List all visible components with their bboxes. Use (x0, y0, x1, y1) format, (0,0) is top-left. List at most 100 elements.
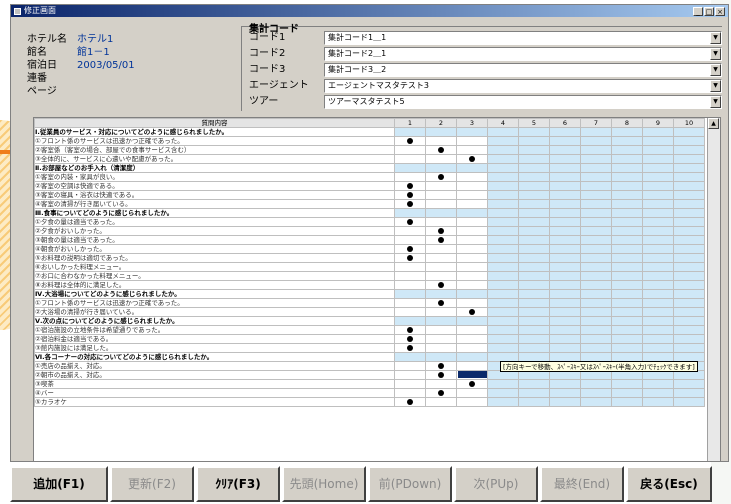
answer-cell[interactable] (549, 199, 581, 209)
answer-cell[interactable] (549, 379, 581, 389)
answer-cell[interactable] (518, 154, 550, 164)
answer-cell[interactable] (673, 280, 705, 290)
answer-cell[interactable] (487, 226, 519, 236)
answer-cell[interactable] (611, 154, 643, 164)
answer-cell[interactable] (611, 388, 643, 398)
answer-cell[interactable] (673, 172, 705, 182)
answer-cell[interactable] (425, 181, 457, 191)
answer-cell[interactable] (549, 271, 581, 281)
answer-cell[interactable] (673, 298, 705, 308)
answer-cell[interactable] (549, 280, 581, 290)
answer-cell[interactable] (456, 235, 488, 245)
answer-cell[interactable] (611, 280, 643, 290)
answer-cell[interactable] (487, 397, 519, 407)
dropdown-arrow-icon[interactable]: ▼ (710, 47, 721, 60)
answer-cell[interactable] (518, 181, 550, 191)
answer-cell[interactable] (425, 226, 457, 236)
answer-cell[interactable] (425, 298, 457, 308)
answer-cell[interactable] (580, 244, 612, 254)
answer-cell[interactable] (456, 199, 488, 209)
code-select[interactable]: 集計コード3＿2 ▼ (324, 62, 722, 77)
answer-cell[interactable] (425, 244, 457, 254)
answer-cell[interactable] (518, 199, 550, 209)
answer-cell[interactable] (673, 397, 705, 407)
answer-cell[interactable] (549, 136, 581, 146)
answer-cell[interactable] (580, 235, 612, 245)
answer-cell[interactable] (549, 253, 581, 263)
answer-cell[interactable] (394, 262, 426, 272)
answer-cell[interactable] (425, 136, 457, 146)
answer-cell[interactable] (394, 397, 426, 407)
answer-cell[interactable] (456, 325, 488, 335)
answer-cell[interactable] (394, 325, 426, 335)
answer-cell[interactable] (394, 136, 426, 146)
answer-cell[interactable] (580, 217, 612, 227)
answer-cell[interactable] (518, 271, 550, 281)
answer-cell[interactable] (580, 280, 612, 290)
answer-cell[interactable] (518, 172, 550, 182)
answer-cell[interactable] (580, 262, 612, 272)
code-select[interactable]: エージェントマスタテスト3 ▼ (324, 78, 722, 93)
answer-cell[interactable] (518, 280, 550, 290)
answer-cell[interactable] (673, 271, 705, 281)
answer-cell[interactable] (456, 343, 488, 353)
answer-cell[interactable] (673, 262, 705, 272)
answer-cell[interactable] (487, 298, 519, 308)
answer-cell[interactable] (394, 334, 426, 344)
answer-cell[interactable] (456, 271, 488, 281)
answer-cell[interactable] (456, 307, 488, 317)
answer-cell[interactable] (425, 379, 457, 389)
answer-cell[interactable] (394, 370, 426, 380)
answer-cell[interactable] (611, 181, 643, 191)
answer-cell[interactable] (673, 253, 705, 263)
function-button[interactable]: ｸﾘｱ(F3) (196, 466, 280, 502)
answer-cell[interactable] (487, 307, 519, 317)
answer-cell[interactable] (580, 325, 612, 335)
answer-cell[interactable] (518, 235, 550, 245)
answer-cell[interactable] (394, 226, 426, 236)
code-select[interactable]: 集計コード1＿1 ▼ (324, 30, 722, 45)
answer-cell[interactable] (611, 172, 643, 182)
answer-cell[interactable] (518, 307, 550, 317)
answer-cell[interactable] (394, 280, 426, 290)
minimize-button[interactable]: _ (693, 6, 703, 16)
answer-cell[interactable] (611, 217, 643, 227)
answer-cell[interactable] (549, 154, 581, 164)
answer-cell[interactable] (518, 397, 550, 407)
answer-cell[interactable] (611, 397, 643, 407)
answer-cell[interactable] (456, 379, 488, 389)
scroll-up-icon[interactable]: ▲ (708, 118, 719, 129)
answer-cell[interactable] (425, 370, 457, 380)
answer-cell[interactable] (580, 379, 612, 389)
answer-cell[interactable] (456, 334, 488, 344)
answer-cell[interactable] (425, 361, 457, 371)
answer-cell[interactable] (580, 145, 612, 155)
answer-cell[interactable] (580, 343, 612, 353)
answer-cell[interactable] (456, 172, 488, 182)
answer-cell[interactable] (642, 145, 674, 155)
answer-cell[interactable] (425, 325, 457, 335)
answer-cell[interactable] (456, 136, 488, 146)
answer-cell[interactable] (487, 253, 519, 263)
answer-cell[interactable] (518, 136, 550, 146)
dropdown-arrow-icon[interactable]: ▼ (710, 31, 721, 44)
answer-cell[interactable] (673, 154, 705, 164)
answer-cell[interactable] (642, 190, 674, 200)
answer-cell[interactable] (580, 181, 612, 191)
answer-cell[interactable] (611, 244, 643, 254)
answer-cell[interactable] (642, 181, 674, 191)
answer-cell[interactable] (611, 262, 643, 272)
answer-cell[interactable] (487, 379, 519, 389)
answer-cell[interactable] (425, 154, 457, 164)
answer-cell[interactable] (425, 190, 457, 200)
answer-cell[interactable] (549, 298, 581, 308)
answer-cell[interactable] (394, 154, 426, 164)
answer-cell[interactable] (456, 298, 488, 308)
answer-cell[interactable] (518, 190, 550, 200)
answer-cell[interactable] (394, 271, 426, 281)
answer-cell[interactable] (642, 235, 674, 245)
answer-cell[interactable] (394, 217, 426, 227)
answer-cell[interactable] (673, 217, 705, 227)
answer-cell[interactable] (487, 136, 519, 146)
answer-cell[interactable] (673, 226, 705, 236)
